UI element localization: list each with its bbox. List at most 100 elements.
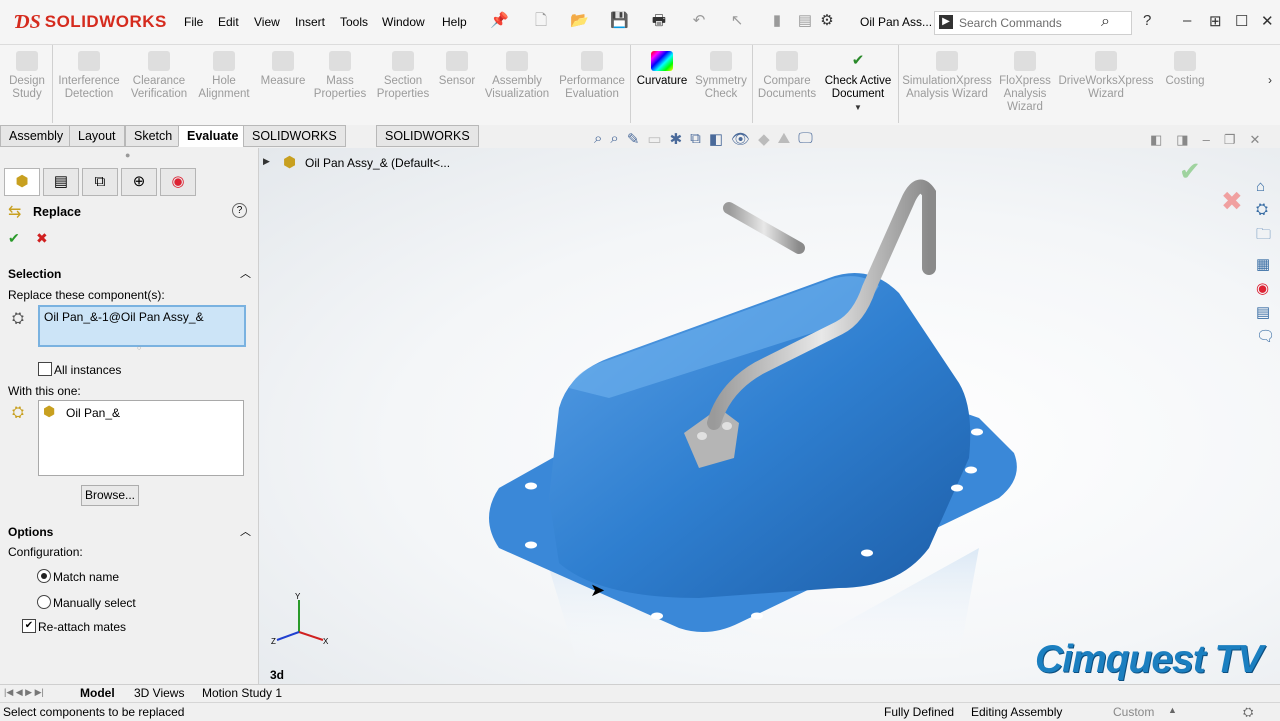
collapse-chevron-icon[interactable]: ︿	[240, 523, 251, 539]
tab-assembly[interactable]: Assembly	[0, 125, 73, 147]
view-orientation-icon[interactable]: ⧉	[690, 130, 701, 150]
tab-scroll-arrows-icon[interactable]: |◀ ◀ ▶ ▶|	[4, 687, 44, 698]
replace-component-item[interactable]: Oil Pan_&-1@Oil Pan Assy_&	[44, 310, 204, 324]
hole-alignment-button[interactable]: Hole Alignment	[196, 51, 252, 101]
save-icon[interactable]: 💾	[610, 12, 629, 30]
design-library-icon[interactable]: ⛭	[1256, 201, 1278, 218]
menu-insert[interactable]: Insert	[295, 15, 325, 29]
home-icon[interactable]: ⌂	[1256, 178, 1278, 195]
interference-detection-button[interactable]: Interference Detection	[56, 51, 122, 101]
custom-properties-icon[interactable]: ▤	[1256, 303, 1278, 321]
file-properties-icon[interactable]: ▤	[796, 12, 814, 30]
restore-left-icon[interactable]: ◧	[1150, 132, 1162, 148]
menu-view[interactable]: View	[254, 15, 280, 29]
menu-file[interactable]: File	[184, 15, 203, 29]
tile-icon[interactable]: ⊞	[1209, 12, 1222, 30]
restore-right-icon[interactable]: ◨	[1176, 132, 1188, 148]
simulationxpress-button[interactable]: SimulationXpress Analysis Wizard	[900, 51, 994, 101]
tab-model[interactable]: Model	[80, 686, 115, 700]
clearance-verification-button[interactable]: Clearance Verification	[126, 51, 192, 101]
tree-expand-icon[interactable]: ▶	[263, 156, 270, 167]
tab-dimxpert[interactable]: ⊕	[121, 168, 157, 196]
zoom-to-fit-icon[interactable]: ⌕	[594, 130, 602, 150]
search-icon[interactable]: ⌕	[1101, 13, 1110, 31]
previous-view-icon[interactable]: ✎	[627, 130, 640, 150]
tab-featuremanager[interactable]: ⬢	[4, 168, 40, 196]
confirmation-ok-icon[interactable]: ✔	[1179, 156, 1201, 187]
tab-solidworks-mbd[interactable]: SOLIDWORKS MBD	[376, 125, 479, 163]
confirmation-cancel-icon[interactable]: ✖	[1221, 186, 1243, 217]
minimize-icon[interactable]: –	[1183, 12, 1191, 29]
cancel-x-icon[interactable]: ✖	[36, 230, 48, 247]
replacement-part-item[interactable]: Oil Pan_&	[66, 406, 120, 420]
manually-select-radio[interactable]	[37, 595, 51, 609]
view-palette-icon[interactable]: ▦	[1256, 255, 1278, 273]
symmetry-check-button[interactable]: Symmetry Check	[692, 51, 750, 101]
compare-documents-button[interactable]: Compare Documents	[756, 51, 818, 101]
zoom-to-area-icon[interactable]: ⌕	[610, 130, 618, 150]
new-document-icon[interactable]: 🗋	[532, 12, 550, 30]
options-gear-icon[interactable]: ⚙	[818, 12, 836, 30]
rebuild-status-icon[interactable]: ⛭	[1243, 704, 1253, 720]
tab-motion-study-1[interactable]: Motion Study 1	[202, 686, 282, 700]
doc-minimize-icon[interactable]: –	[1203, 132, 1210, 148]
solidworks-logo[interactable]: ƊS SOLIDWORKS	[14, 10, 167, 34]
section-properties-button[interactable]: Section Properties	[372, 51, 434, 101]
print-icon[interactable]: 🖶	[650, 12, 668, 30]
assembly-visualization-button[interactable]: Assembly Visualization	[482, 51, 552, 101]
doc-close-icon[interactable]: ✕	[1249, 132, 1260, 148]
check-active-document-button[interactable]: ✔ Check Active Document ▼	[822, 51, 894, 114]
help-icon[interactable]: ?	[1143, 12, 1151, 29]
status-units[interactable]: Custom	[1113, 705, 1154, 719]
edit-appearance-icon[interactable]: ◆	[758, 130, 770, 150]
floxpress-button[interactable]: FloXpress Analysis Wizard	[996, 51, 1054, 114]
curvature-button[interactable]: Curvature	[634, 51, 690, 88]
tab-display-manager[interactable]: ◉	[160, 168, 196, 196]
tab-evaluate[interactable]: Evaluate	[178, 125, 248, 147]
section-view-icon[interactable]: ▭	[647, 130, 661, 150]
panel-splitter[interactable]: ●	[125, 150, 130, 160]
undo-icon[interactable]: ↶	[690, 12, 708, 30]
costing-button[interactable]: Costing	[1160, 51, 1210, 88]
appearances-icon[interactable]: ◉	[1256, 279, 1278, 297]
with-this-one-listbox[interactable]: ⬢ Oil Pan_&	[38, 400, 244, 476]
dynamic-annotation-icon[interactable]: ✱	[670, 130, 683, 150]
mass-properties-button[interactable]: Mass Properties	[312, 51, 368, 101]
tab-propertymanager[interactable]: ▤	[43, 168, 79, 196]
measure-button[interactable]: Measure	[256, 51, 310, 88]
replace-components-listbox[interactable]: Oil Pan_&-1@Oil Pan Assy_&	[38, 305, 246, 347]
chevron-right-icon[interactable]: ›	[1268, 73, 1272, 87]
forum-icon[interactable]: 🗨	[1256, 327, 1278, 345]
pin-icon[interactable]: 📌	[490, 12, 509, 30]
driveworksxpress-button[interactable]: DriveWorksXpress Wizard	[1056, 51, 1156, 101]
file-explorer-icon[interactable]: 🗀	[1256, 224, 1278, 249]
match-name-radio[interactable]	[37, 569, 51, 583]
maximize-icon[interactable]: ☐	[1235, 12, 1248, 30]
tab-layout[interactable]: Layout	[69, 125, 125, 147]
tab-configurationmanager[interactable]: ⧉	[82, 168, 118, 196]
browse-button[interactable]: Browse...	[81, 485, 139, 506]
performance-evaluation-button[interactable]: Performance Evaluation	[556, 51, 628, 101]
collapse-chevron-icon[interactable]: ︿	[240, 265, 251, 281]
graphics-area[interactable]: ▶ ⬢ Oil Pan Assy_& (Default<... ✔ ✖ ⌂ ⛭ …	[259, 148, 1280, 684]
display-style-icon[interactable]: ◧	[709, 130, 723, 150]
sensor-button[interactable]: Sensor	[436, 51, 478, 88]
view-settings-icon[interactable]: 🖵	[798, 130, 812, 150]
tab-solidworks-addins[interactable]: SOLIDWORKS Add-Ins	[243, 125, 346, 163]
menu-tools[interactable]: Tools	[340, 15, 368, 29]
ok-check-icon[interactable]: ✔	[8, 230, 20, 247]
design-study-button[interactable]: Design Study	[6, 51, 48, 101]
hide-show-items-icon[interactable]: 👁	[731, 130, 750, 150]
menu-help[interactable]: Help	[442, 15, 467, 29]
all-instances-checkbox[interactable]	[38, 362, 52, 376]
units-dropdown-icon[interactable]: ▲	[1168, 705, 1177, 715]
tab-sketch[interactable]: Sketch	[125, 125, 182, 147]
menu-edit[interactable]: Edit	[218, 15, 239, 29]
rebuild-icon[interactable]: ▮	[768, 12, 786, 30]
menu-window[interactable]: Window	[382, 15, 425, 29]
close-icon[interactable]: ✕	[1261, 12, 1274, 30]
reattach-mates-checkbox[interactable]: ✔	[22, 619, 36, 633]
help-circle-icon[interactable]: ?	[232, 203, 247, 218]
select-icon[interactable]: ↖	[728, 12, 746, 30]
tab-3d-views[interactable]: 3D Views	[134, 686, 184, 700]
